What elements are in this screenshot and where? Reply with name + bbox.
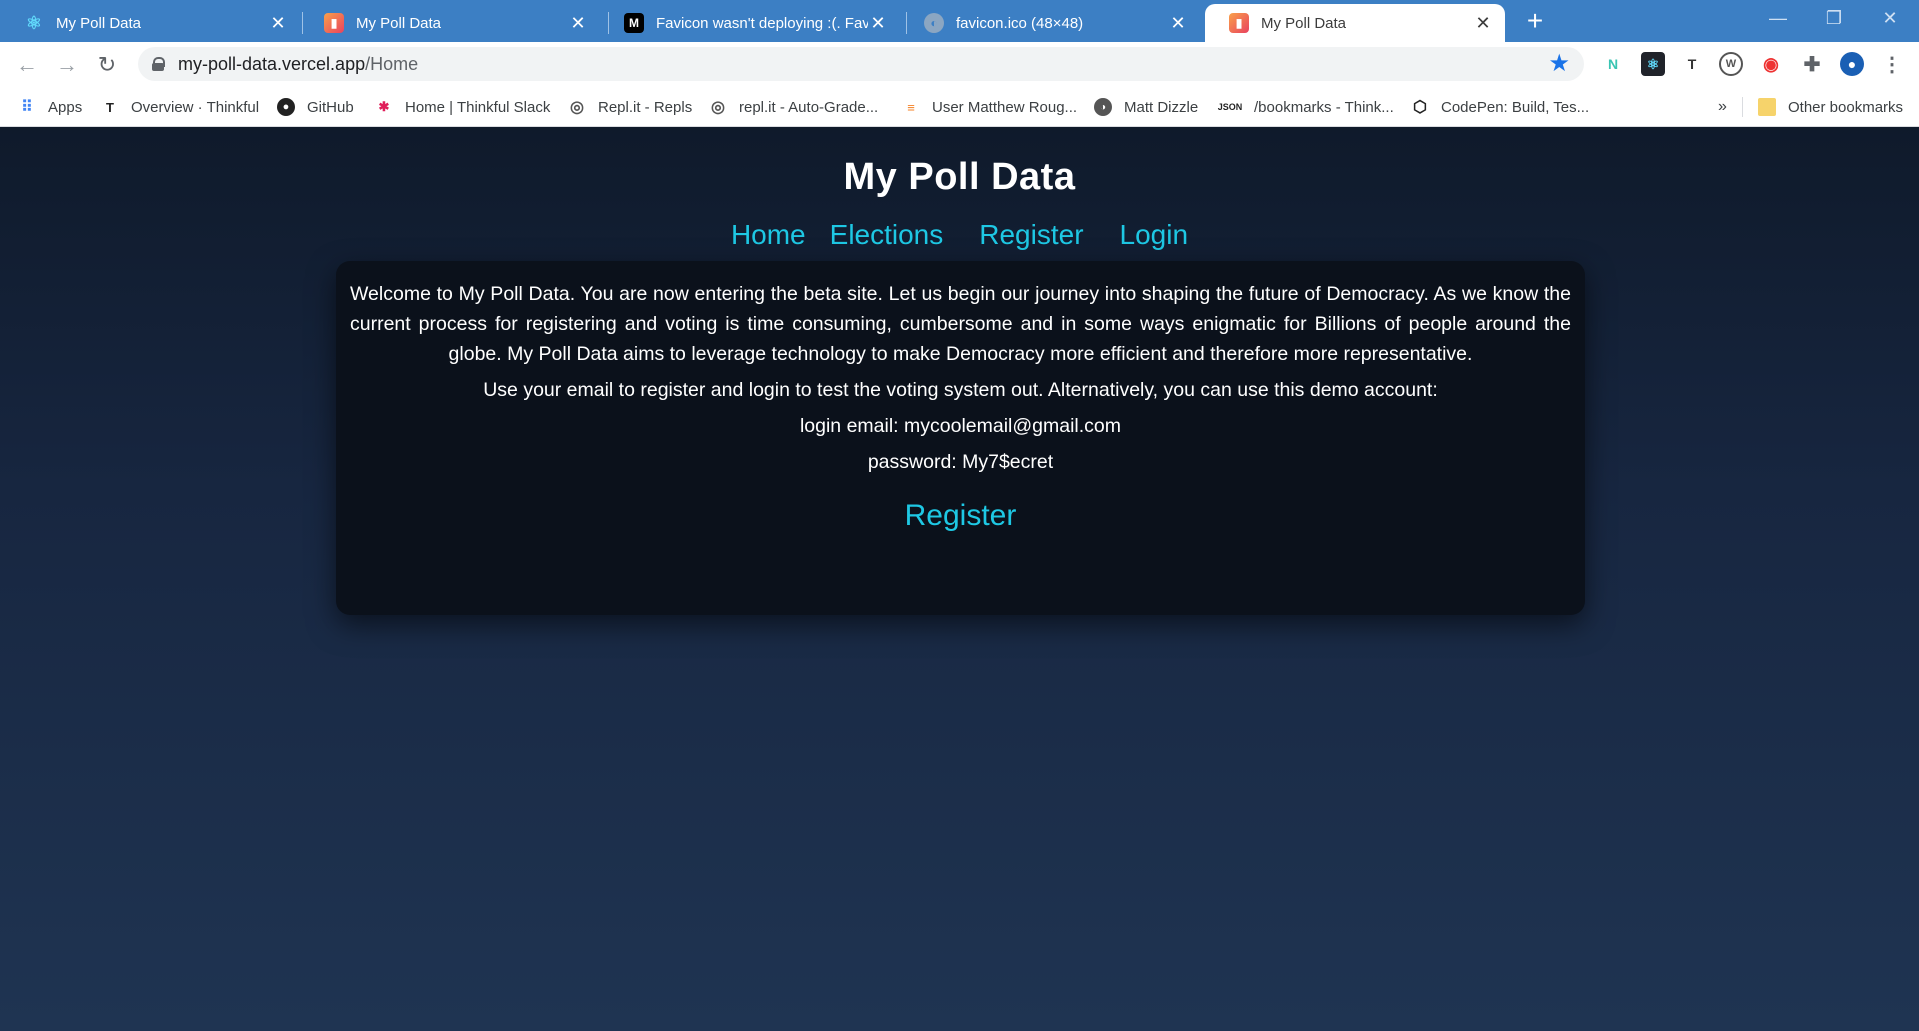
url-path: /Home: [365, 53, 419, 74]
register-button[interactable]: Register: [905, 499, 1017, 533]
site-nav: Home Elections Register Login: [0, 219, 1919, 251]
bookmark-thinkful[interactable]: T Overview · Thinkful: [101, 95, 259, 119]
json-icon: JSON: [1217, 102, 1243, 112]
react-devtools-icon[interactable]: ⚛: [1641, 52, 1665, 76]
tab-title: My Poll Data: [56, 14, 142, 32]
bookmark-label: Other bookmarks: [1788, 98, 1904, 116]
bookmark-replit-repls[interactable]: ◎ Repl.it - Repls: [568, 95, 692, 119]
tab-4[interactable]: ◐ favicon.ico (48×48) ✕: [900, 4, 1200, 42]
bookmark-label: Apps: [48, 98, 83, 116]
github-icon: ●: [277, 98, 295, 116]
close-icon[interactable]: ✕: [1473, 13, 1493, 34]
welcome-text: Welcome to My Poll Data. You are now ent…: [350, 283, 1571, 365]
restore-icon[interactable]: ❐: [1814, 4, 1854, 32]
forward-icon[interactable]: →: [52, 50, 82, 80]
reload-icon[interactable]: ↻: [92, 50, 122, 80]
close-icon[interactable]: ✕: [568, 13, 588, 34]
bookmarks-overflow-button[interactable]: »: [1718, 95, 1727, 119]
bookmark-apps[interactable]: ⠿ Apps: [18, 95, 82, 119]
color-picker-icon[interactable]: ◉: [1759, 52, 1783, 76]
globe-icon: ◐: [924, 13, 944, 33]
tab-3[interactable]: M Favicon wasn't deploying :(. Favic ✕: [600, 4, 900, 42]
tab-2[interactable]: ▮ My Poll Data ✕: [300, 4, 600, 42]
bookmark-label: Matt Dizzle: [1124, 98, 1199, 116]
extension-n-icon[interactable]: N: [1601, 52, 1625, 76]
tab-title: Favicon wasn't deploying :(. Favic: [656, 14, 868, 32]
thinkful-extension-icon[interactable]: T: [1680, 52, 1704, 76]
tab-1[interactable]: ⚛ My Poll Data ✕: [0, 4, 300, 42]
replit-icon: ◎: [711, 99, 725, 116]
bookmark-matt-dizzle[interactable]: ◑ Matt Dizzle: [1094, 95, 1198, 119]
instructions-text: Use your email to register and login to …: [483, 379, 1438, 401]
bookmark-json[interactable]: JSON /bookmarks - Think...: [1218, 95, 1394, 119]
nav-elections-link[interactable]: Elections: [830, 219, 944, 251]
globe-icon: ◑: [1094, 98, 1112, 116]
thinkful-icon: T: [106, 99, 114, 115]
lock-icon: [152, 57, 165, 71]
bookmark-codepen[interactable]: ⬡ CodePen: Build, Tes...: [1411, 95, 1589, 119]
slack-icon: ✱: [378, 99, 390, 114]
demo-email-text: login email: mycoolemail@gmail.com: [799, 415, 1122, 437]
bookmark-github[interactable]: ● GitHub: [277, 95, 354, 119]
close-icon[interactable]: ✕: [868, 13, 888, 34]
bookmark-label: CodePen: Build, Tes...: [1441, 98, 1590, 116]
apps-grid-icon: ⠿: [21, 99, 33, 116]
poll-data-icon: ▮: [324, 13, 344, 33]
nav-register-link[interactable]: Register: [979, 219, 1083, 251]
bookmark-label: Home | Thinkful Slack: [405, 98, 551, 116]
site-title: My Poll Data: [843, 156, 1076, 198]
page-viewport: My Poll Data Home Elections Register Login …: [0, 127, 1919, 1031]
close-icon[interactable]: ✕: [1168, 13, 1188, 34]
browser-toolbar: ← → ↻ my-poll-data.vercel.app/Home ★ N ⚛…: [0, 42, 1919, 87]
nav-home-link[interactable]: Home: [731, 219, 806, 251]
window-close-icon[interactable]: ✕: [1870, 4, 1910, 32]
medium-icon: M: [624, 13, 644, 33]
tab-5-active[interactable]: ▮ My Poll Data ✕: [1205, 4, 1505, 42]
bookmark-label: User Matthew Roug...: [932, 98, 1078, 116]
replit-icon: ◎: [570, 99, 584, 116]
bookmark-label: /bookmarks - Think...: [1254, 98, 1394, 116]
other-bookmarks[interactable]: Other bookmarks: [1758, 95, 1903, 119]
tab-title: My Poll Data: [1261, 14, 1347, 32]
menu-kebab-icon[interactable]: ⋮: [1880, 52, 1904, 76]
bookmarks-divider: [1742, 97, 1743, 117]
minimize-icon[interactable]: —: [1758, 4, 1798, 32]
address-bar[interactable]: my-poll-data.vercel.app/Home ★: [138, 47, 1584, 81]
profile-avatar-icon[interactable]: ●: [1840, 52, 1864, 76]
codepen-icon: ⬡: [1413, 99, 1427, 116]
bookmark-stackoverflow[interactable]: ≡ User Matthew Roug...: [902, 95, 1077, 119]
bookmark-label: GitHub: [307, 98, 354, 116]
welcome-card: Welcome to My Poll Data. You are now ent…: [336, 261, 1585, 615]
nav-login-link[interactable]: Login: [1120, 219, 1189, 251]
tab-strip: ⚛ My Poll Data ✕ ▮ My Poll Data ✕ M Favi…: [0, 0, 1919, 42]
demo-password-text: password: My7$ecret: [867, 451, 1054, 473]
wordpress-icon[interactable]: W: [1719, 52, 1743, 76]
tab-title: favicon.ico (48×48): [956, 14, 1084, 32]
bookmark-replit-autograde[interactable]: ◎ repl.it - Auto-Grade...: [709, 95, 878, 119]
poll-data-icon: ▮: [1229, 13, 1249, 33]
close-icon[interactable]: ✕: [268, 13, 288, 34]
react-icon: ⚛: [25, 12, 43, 33]
stackoverflow-icon: ≡: [907, 99, 915, 115]
star-icon[interactable]: ★: [1548, 49, 1570, 78]
bookmark-label: repl.it - Auto-Grade...: [739, 98, 879, 116]
extensions-puzzle-icon[interactable]: ✚: [1800, 52, 1824, 76]
bookmarks-bar: ⠿ Apps T Overview · Thinkful ● GitHub ✱ …: [0, 87, 1919, 127]
back-icon[interactable]: ←: [12, 50, 42, 80]
bookmark-slack[interactable]: ✱ Home | Thinkful Slack: [375, 95, 551, 119]
tab-title: My Poll Data: [356, 14, 442, 32]
bookmark-label: Repl.it - Repls: [598, 98, 693, 116]
url-host: my-poll-data.vercel.app: [178, 53, 366, 74]
folder-icon: [1758, 98, 1776, 116]
bookmark-label: Overview · Thinkful: [131, 98, 260, 116]
new-tab-button[interactable]: +: [1520, 6, 1550, 36]
